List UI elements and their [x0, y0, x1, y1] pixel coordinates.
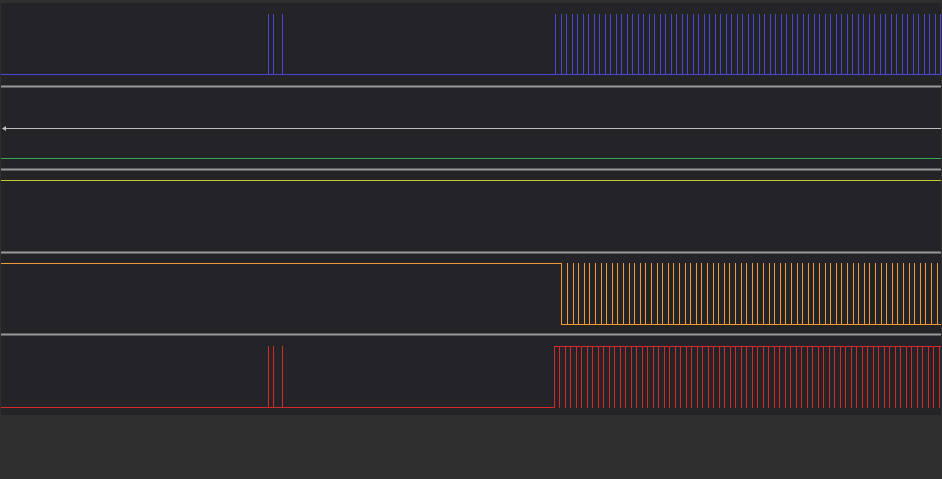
plot-area	[1, 3, 941, 415]
waveform-plot[interactable]	[0, 0, 942, 479]
waveform-viewer	[0, 0, 942, 479]
